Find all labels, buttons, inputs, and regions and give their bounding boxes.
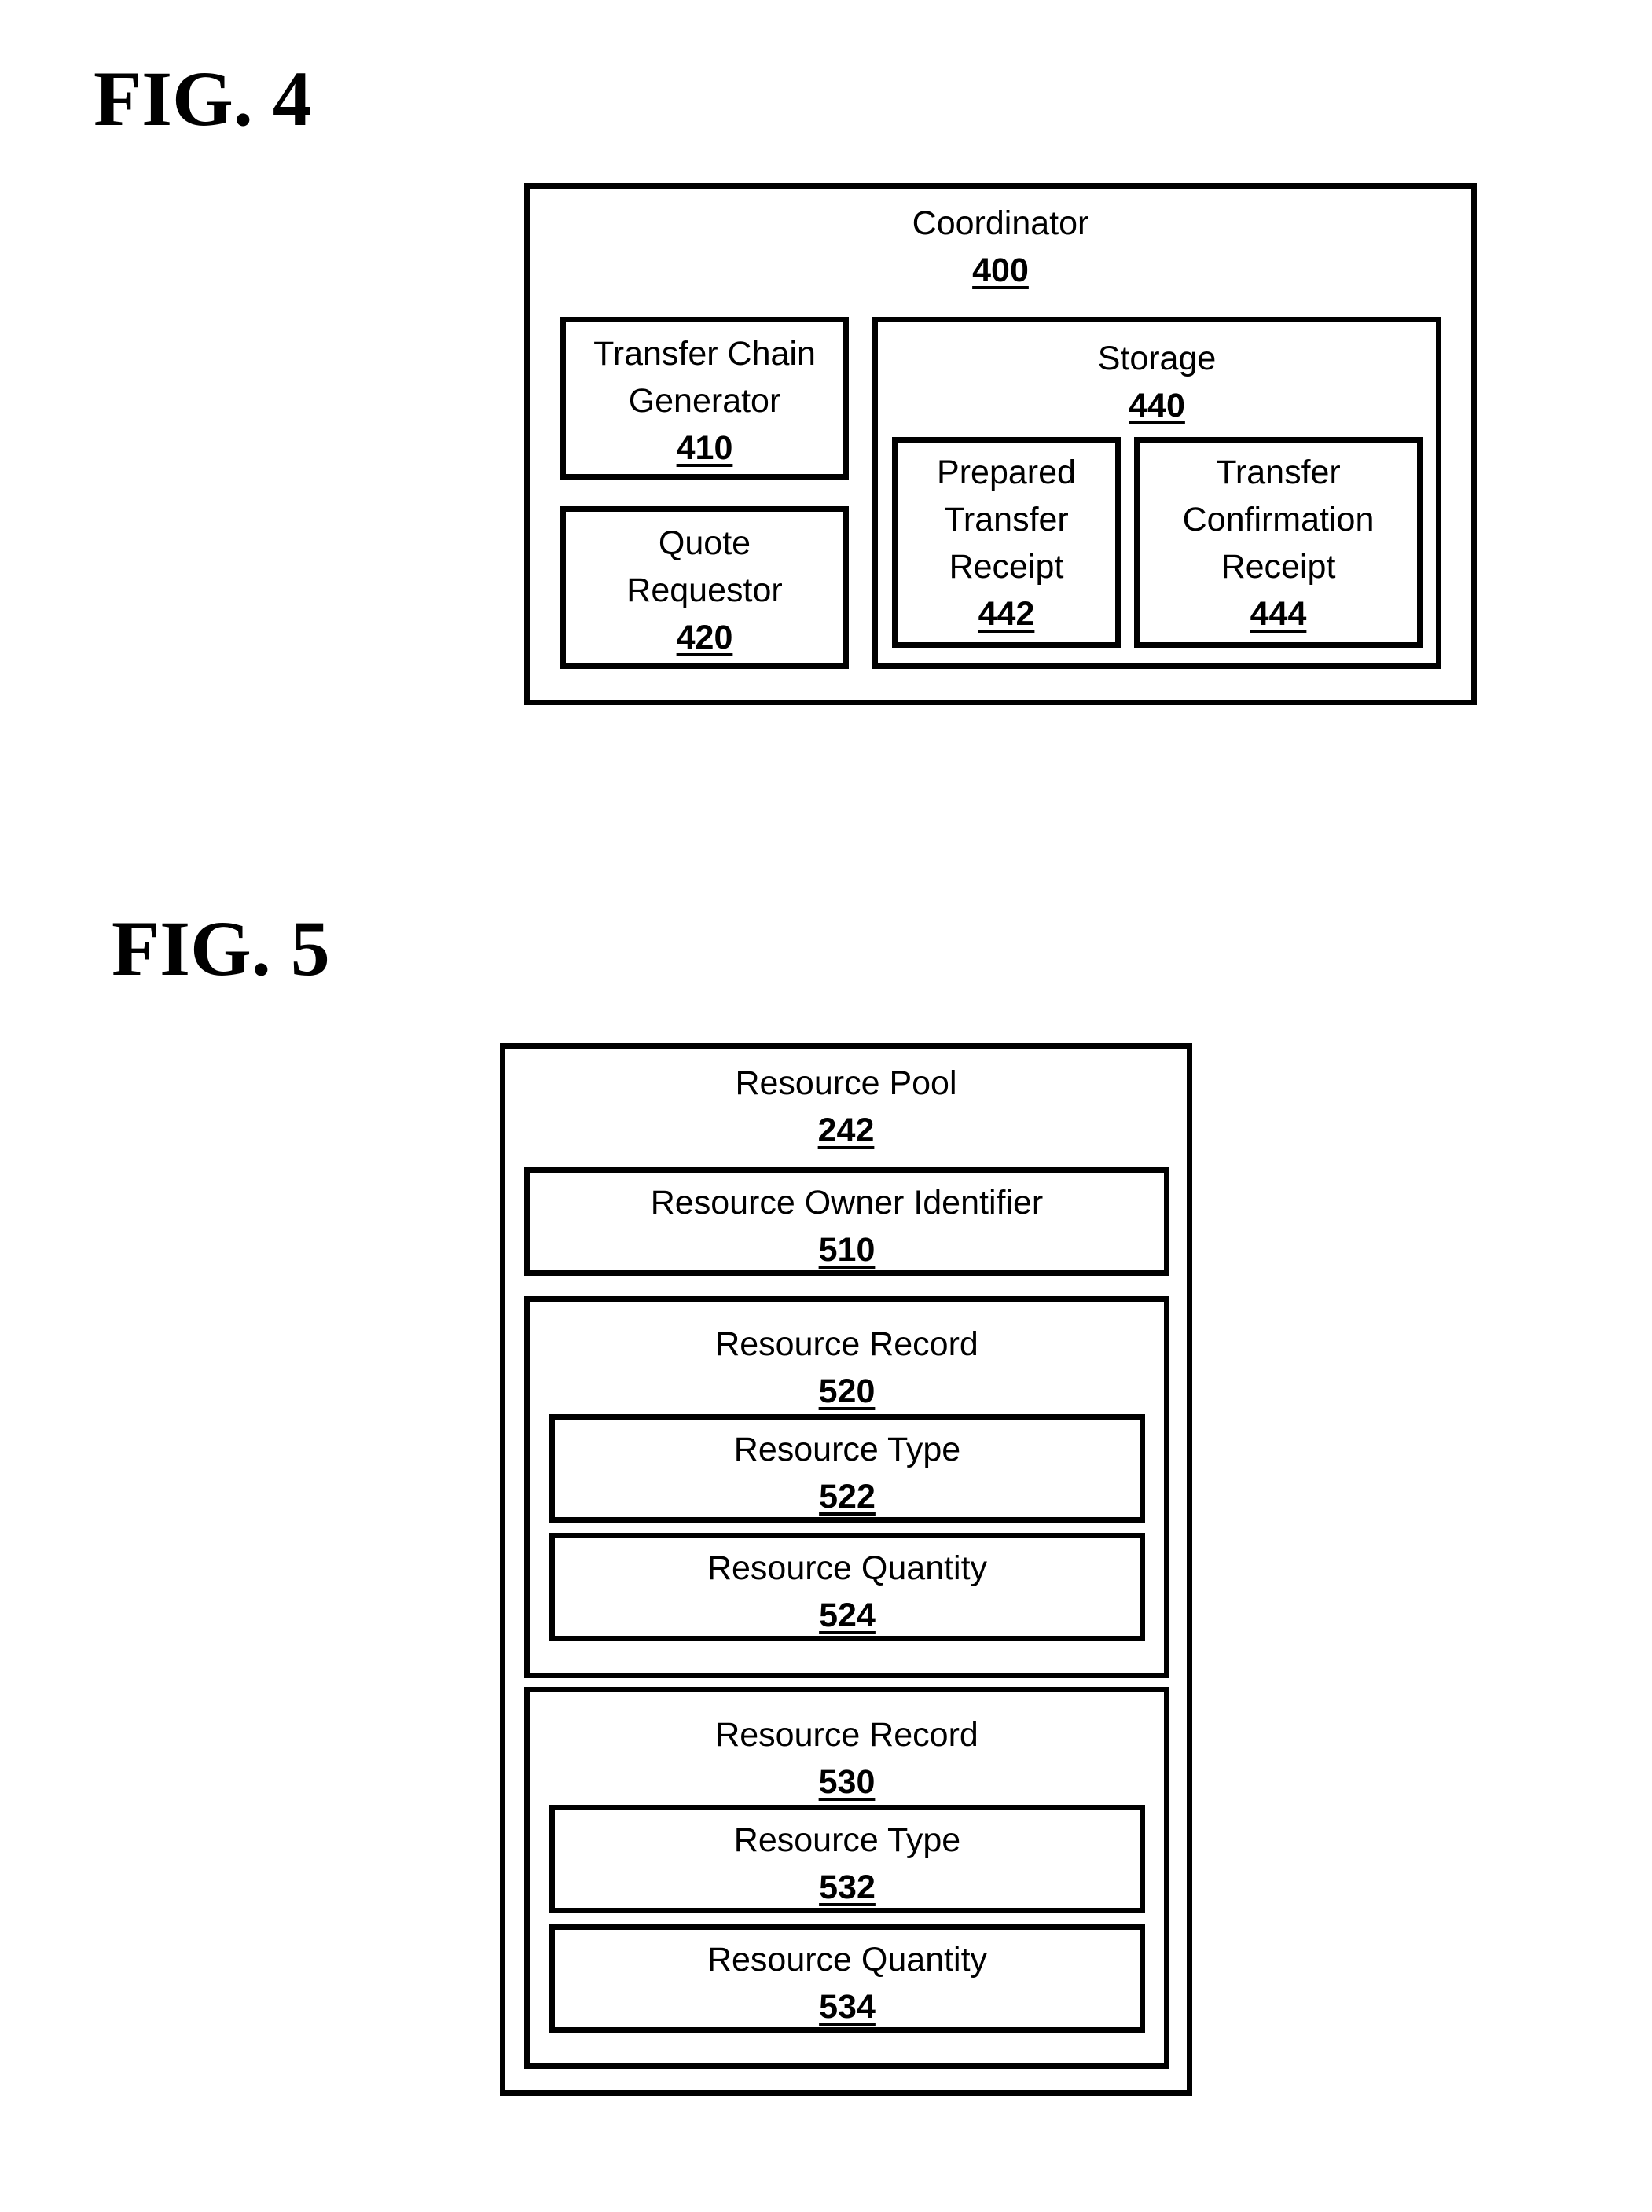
storage-name: Storage <box>1097 340 1217 377</box>
resource-record-name: Resource Record <box>715 1716 978 1754</box>
resource-owner-identifier-name: Resource Owner Identifier <box>650 1184 1044 1222</box>
transfer-chain-generator-box: Transfer Chain Generator 410 <box>560 317 849 480</box>
resource-record-name: Resource Record <box>715 1325 978 1363</box>
transfer-confirmation-receipt-box: Transfer Confirmation Receipt 444 <box>1134 437 1423 648</box>
resource-type-name: Resource Type <box>733 1431 961 1468</box>
resource-quantity-name: Resource Quantity <box>707 1941 988 1979</box>
storage-label: Storage 440 <box>878 335 1436 429</box>
resource-type-label: Resource Type 532 <box>555 1817 1140 1911</box>
resource-owner-identifier-box: Resource Owner Identifier 510 <box>524 1167 1169 1276</box>
quote-requestor-name: Quote Requestor <box>626 524 783 609</box>
resource-owner-identifier-label: Resource Owner Identifier 510 <box>530 1179 1164 1273</box>
resource-record-ref: 520 <box>818 1372 876 1410</box>
resource-owner-identifier-ref: 510 <box>818 1231 876 1269</box>
transfer-chain-generator-label: Transfer Chain Generator 410 <box>566 330 843 472</box>
resource-quantity-ref: 524 <box>819 1597 876 1634</box>
quote-requestor-ref: 420 <box>676 619 733 656</box>
transfer-confirmation-receipt-ref: 444 <box>1250 595 1307 633</box>
coordinator-name: Coordinator <box>912 204 1089 242</box>
resource-quantity-name: Resource Quantity <box>707 1549 988 1587</box>
resource-record-ref: 530 <box>818 1763 876 1801</box>
resource-quantity-label: Resource Quantity 534 <box>555 1936 1140 2030</box>
resource-quantity-box: Resource Quantity 524 <box>549 1533 1145 1641</box>
resource-type-ref: 532 <box>819 1868 876 1906</box>
coordinator-label: Coordinator 400 <box>530 200 1471 294</box>
coordinator-ref: 400 <box>972 252 1029 289</box>
resource-pool-ref: 242 <box>817 1112 875 1149</box>
resource-quantity-label: Resource Quantity 524 <box>555 1545 1140 1639</box>
resource-type-name: Resource Type <box>733 1821 961 1859</box>
quote-requestor-label: Quote Requestor 420 <box>566 520 843 661</box>
resource-type-box: Resource Type 532 <box>549 1805 1145 1913</box>
resource-type-box: Resource Type 522 <box>549 1414 1145 1523</box>
transfer-confirmation-receipt-label: Transfer Confirmation Receipt 444 <box>1140 449 1417 638</box>
fig5-label: FIG. 5 <box>112 905 330 992</box>
prepared-transfer-receipt-box: Prepared Transfer Receipt 442 <box>892 437 1121 648</box>
prepared-transfer-receipt-name: Prepared Transfer Receipt <box>937 454 1076 586</box>
resource-quantity-box: Resource Quantity 534 <box>549 1924 1145 2033</box>
resource-pool-name: Resource Pool <box>735 1064 957 1102</box>
fig4-label: FIG. 4 <box>94 55 312 142</box>
quote-requestor-box: Quote Requestor 420 <box>560 506 849 669</box>
transfer-confirmation-receipt-name: Transfer Confirmation Receipt <box>1182 454 1375 586</box>
transfer-chain-generator-name: Transfer Chain Generator <box>593 335 816 420</box>
resource-record-label: Resource Record 530 <box>530 1711 1164 1806</box>
prepared-transfer-receipt-ref: 442 <box>978 595 1035 633</box>
resource-type-ref: 522 <box>819 1478 876 1516</box>
transfer-chain-generator-ref: 410 <box>676 429 733 467</box>
resource-record-label: Resource Record 520 <box>530 1321 1164 1415</box>
resource-type-label: Resource Type 522 <box>555 1426 1140 1520</box>
resource-quantity-ref: 534 <box>819 1988 876 2026</box>
storage-ref: 440 <box>1129 387 1185 424</box>
prepared-transfer-receipt-label: Prepared Transfer Receipt 442 <box>898 449 1115 638</box>
resource-pool-label: Resource Pool 242 <box>505 1060 1187 1154</box>
